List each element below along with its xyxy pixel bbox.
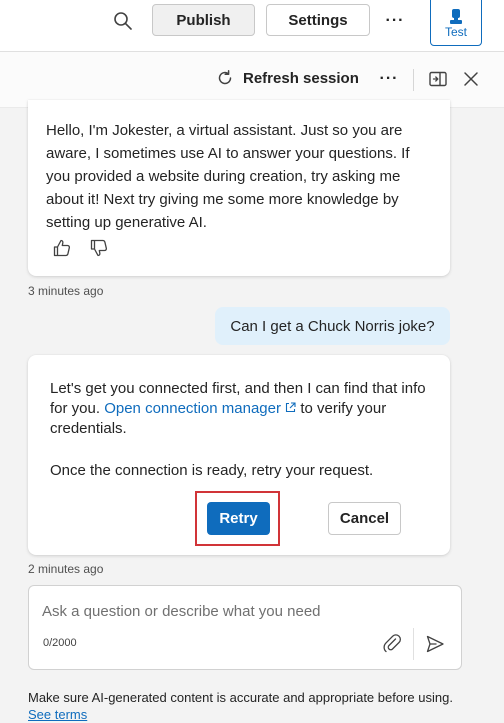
character-counter: 0/2000 — [43, 637, 77, 649]
thumbs-down-icon — [90, 239, 108, 257]
search-button[interactable] — [108, 6, 138, 36]
panel-toggle-button[interactable] — [425, 66, 451, 92]
bot-greeting-text: Hello, I'm Jokester, a virtual assistant… — [46, 122, 410, 231]
reply-timestamp: 2 minutes ago — [28, 562, 104, 576]
test-button[interactable]: Test — [430, 0, 482, 46]
top-toolbar: Publish Settings ··· Test — [0, 0, 504, 52]
close-icon — [464, 72, 478, 86]
toolbar-divider — [413, 69, 414, 91]
thumbs-down-button[interactable] — [87, 236, 111, 260]
bot-message-card: Hello, I'm Jokester, a virtual assistant… — [28, 100, 450, 276]
refresh-session-button[interactable]: Refresh session — [216, 69, 359, 87]
message-composer: 0/2000 — [28, 585, 462, 670]
refresh-icon — [218, 70, 232, 85]
thumbs-up-icon — [53, 239, 71, 257]
test-label: Test — [444, 25, 467, 39]
thumbs-up-button[interactable] — [50, 236, 74, 260]
send-icon — [426, 635, 444, 653]
message-input[interactable] — [42, 600, 442, 622]
composer-divider — [413, 628, 414, 660]
search-icon — [114, 12, 132, 30]
send-button[interactable] — [422, 631, 448, 657]
refresh-session-label: Refresh session — [243, 69, 359, 87]
bot-reply-retry-text: Once the connection is ready, retry your… — [50, 462, 374, 479]
connection-manager-link-label: Open connection manager — [104, 400, 281, 417]
chess-pawn-icon — [450, 9, 462, 24]
see-terms-link[interactable]: See terms — [28, 707, 87, 722]
greeting-timestamp: 3 minutes ago — [28, 284, 104, 298]
attach-button[interactable] — [381, 632, 405, 656]
user-message-bubble: Can I get a Chuck Norris joke? — [215, 307, 450, 345]
external-link-icon — [286, 402, 296, 413]
publish-button[interactable]: Publish — [152, 4, 255, 36]
close-button[interactable] — [458, 66, 484, 92]
session-more-button[interactable]: ··· — [374, 66, 404, 92]
panel-icon — [429, 71, 447, 87]
settings-button[interactable]: Settings — [266, 4, 370, 36]
disclaimer-text: Make sure AI-generated content is accura… — [28, 690, 453, 705]
ai-disclaimer: Make sure AI-generated content is accura… — [28, 689, 468, 723]
open-connection-manager-link[interactable]: Open connection manager — [104, 400, 296, 417]
retry-button[interactable]: Retry — [207, 502, 270, 535]
cancel-button[interactable]: Cancel — [328, 502, 401, 535]
more-options-button[interactable]: ··· — [380, 6, 410, 36]
paperclip-icon — [383, 634, 401, 653]
bot-reply-text: Let's get you connected first, and then … — [50, 379, 430, 439]
